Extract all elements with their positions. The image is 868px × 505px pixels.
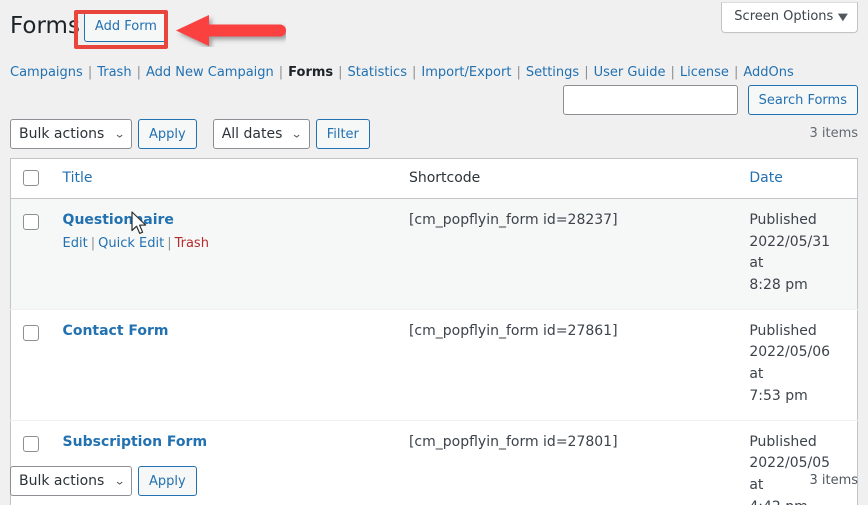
row-checkbox[interactable]	[23, 214, 39, 230]
table-row: Contact Form [cm_popflyin_form id=27861]…	[10, 308, 858, 420]
shortcode-text: [cm_popflyin_form id=28237]	[408, 212, 618, 228]
subnav-separator: |	[411, 65, 417, 80]
column-header-title-link[interactable]: Title	[63, 170, 93, 186]
subnav-separator: |	[733, 65, 739, 80]
subnav-item-addons[interactable]: AddOns	[743, 65, 793, 80]
row-actions: Edit | Quick Edit | Trash	[63, 234, 389, 255]
column-header-date-link[interactable]: Date	[749, 170, 782, 186]
bulk-actions-group-top: Bulk actions ⌄ Apply All dates ⌄ Filter	[10, 119, 370, 149]
subnav-separator: |	[516, 65, 521, 80]
page-title: Forms	[10, 13, 80, 40]
column-header-title[interactable]: Title	[52, 158, 399, 199]
bulk-actions-select-bottom[interactable]: Bulk actions	[10, 466, 132, 496]
bulk-actions-select-wrap-bottom: Bulk actions ⌄	[10, 466, 132, 496]
bulk-actions-select-top[interactable]: Bulk actions	[10, 119, 132, 149]
subnav-separator: |	[584, 65, 589, 80]
row-action-trash[interactable]: Trash	[175, 236, 209, 251]
subnav-item-forms[interactable]: Forms	[288, 65, 333, 80]
dates-select-wrap: All dates ⌄	[212, 119, 310, 149]
form-title-link[interactable]: Questionnaire	[63, 212, 174, 228]
subnav-item-import-export[interactable]: Import/Export	[421, 65, 511, 80]
shortcode-text: [cm_popflyin_form id=27861]	[408, 322, 618, 339]
subnav-item-license[interactable]: License	[680, 65, 729, 80]
row-title-cell: Questionnaire Edit | Quick Edit | Trash	[53, 199, 399, 310]
date-line-2: 7:53 pm	[749, 387, 808, 404]
table-body: Questionnaire Edit | Quick Edit | Trash [cm_…	[10, 198, 858, 505]
row-shortcode-cell: [cm_popflyin_form id=28237]	[399, 199, 739, 310]
table-head: Title Shortcode Date	[10, 158, 858, 199]
row-select-cell	[10, 308, 53, 420]
bulk-actions-select-wrap-top: Bulk actions ⌄	[10, 119, 132, 149]
row-action-quick-edit[interactable]: Quick Edit	[98, 236, 164, 251]
chevron-down-icon: ▼	[838, 12, 849, 23]
date-line-1: 2022/05/06 at	[749, 344, 831, 383]
subnav-item-campaigns[interactable]: Campaigns	[10, 65, 83, 80]
table-header-row: Title Shortcode Date	[10, 158, 858, 199]
search-input[interactable]	[562, 85, 738, 115]
subnav-item-add-new-campaign[interactable]: Add New Campaign	[146, 65, 274, 80]
apply-button-bottom[interactable]: Apply	[138, 466, 197, 496]
bulk-actions-group-bottom: Bulk actions ⌄ Apply	[10, 466, 197, 496]
item-count-bottom: 3 items	[809, 473, 858, 488]
tablenav-bottom: Bulk actions ⌄ Apply 3 items	[10, 466, 858, 498]
row-shortcode-cell: [cm_popflyin_form id=27861]	[398, 308, 740, 420]
filter-button[interactable]: Filter	[315, 119, 370, 149]
column-header-shortcode-label: Shortcode	[408, 169, 481, 186]
date-status: Published	[749, 212, 817, 228]
item-count-top: 3 items	[809, 126, 858, 141]
form-title-link[interactable]: Subscription Form	[63, 434, 207, 450]
subnav-separator: |	[278, 65, 284, 80]
date-line-2: 8:28 pm	[749, 277, 808, 294]
date-status: Published	[749, 322, 817, 339]
add-form-button[interactable]: Add Form	[83, 12, 168, 42]
annotation-arrow-icon	[176, 15, 286, 46]
subnav: Campaigns | Trash | Add New Campaign | Forms | S…	[10, 63, 794, 83]
row-checkbox[interactable]	[23, 324, 39, 341]
subnav-item-trash[interactable]: Trash	[97, 65, 131, 80]
subnav-separator: |	[338, 65, 343, 80]
dates-filter-select[interactable]: All dates	[212, 119, 310, 149]
row-checkbox[interactable]	[23, 435, 39, 452]
search-submit-button[interactable]: Search Forms	[747, 85, 858, 115]
search-form: Search Forms	[562, 85, 858, 115]
subnav-separator: |	[136, 65, 141, 80]
tablenav-top: Bulk actions ⌄ Apply All dates ⌄ Filter …	[10, 119, 858, 151]
row-date-cell: Published 2022/05/06 at 7:53 pm	[739, 308, 858, 420]
row-date-cell: Published 2022/05/31 at 8:28 pm	[739, 199, 857, 310]
select-all-checkbox[interactable]	[23, 169, 39, 186]
subnav-item-user-guide[interactable]: User Guide	[594, 65, 666, 80]
select-all-header	[10, 158, 53, 199]
admin-page: Screen Options ▼ Forms Add Form Campaigns…	[0, 0, 868, 505]
row-title-cell: Contact Form	[52, 308, 399, 420]
row-select-cell	[11, 199, 53, 310]
subnav-item-statistics[interactable]: Statistics	[348, 65, 407, 80]
apply-button-top[interactable]: Apply	[138, 119, 197, 149]
form-title-link[interactable]: Contact Form	[63, 323, 169, 339]
row-action-separator: |	[167, 236, 172, 251]
shortcode-text: [cm_popflyin_form id=27801]	[408, 433, 618, 450]
forms-table: Title Shortcode Date Questionnaire Edit	[10, 158, 858, 505]
date-status: Published	[749, 433, 817, 450]
table-row: Questionnaire Edit | Quick Edit | Trash [cm_…	[10, 198, 858, 310]
column-header-shortcode: Shortcode	[398, 158, 740, 199]
column-header-date[interactable]: Date	[739, 158, 858, 199]
screen-options-button[interactable]: Screen Options ▼	[721, 2, 858, 34]
screen-options-label: Screen Options	[734, 9, 834, 24]
date-line-1: 2022/05/31 at	[749, 233, 831, 272]
subnav-separator: |	[670, 65, 675, 80]
subnav-item-settings[interactable]: Settings	[526, 65, 579, 80]
page-header: Forms Add Form	[10, 12, 168, 42]
subnav-separator: |	[87, 65, 93, 80]
row-action-separator: |	[90, 236, 96, 251]
row-action-edit[interactable]: Edit	[63, 236, 88, 251]
